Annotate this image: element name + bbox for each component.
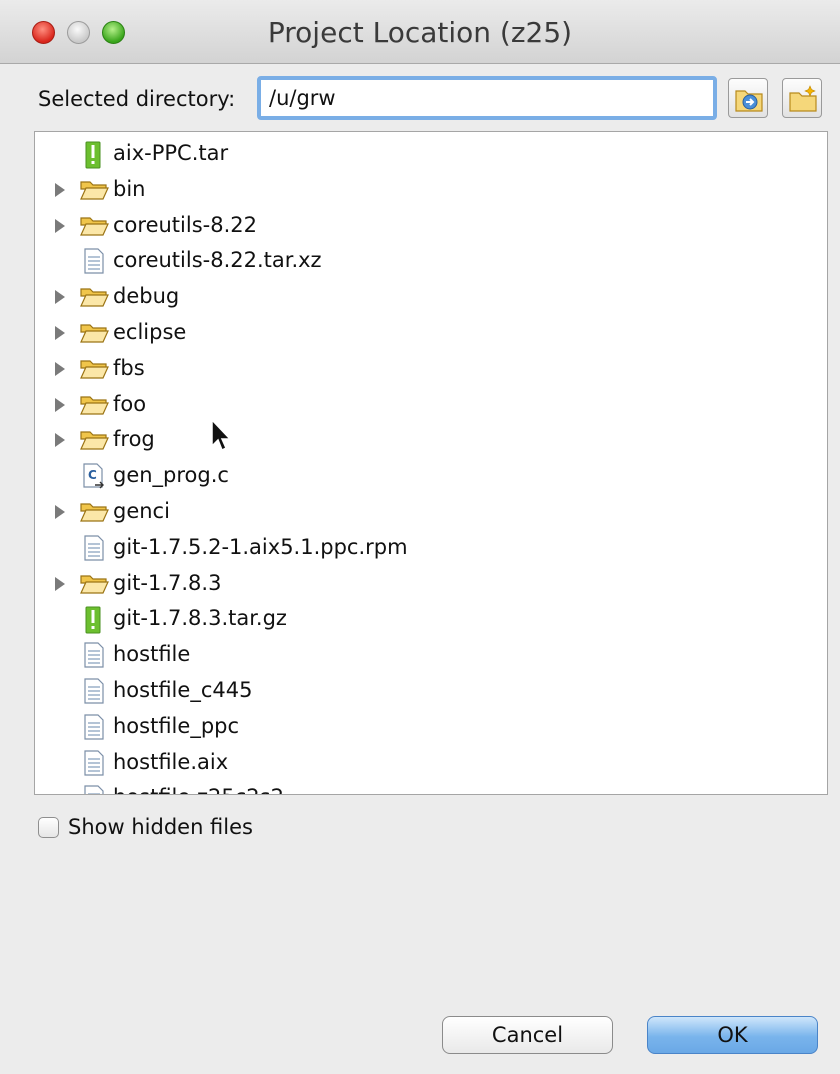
folder-icon (79, 356, 109, 386)
folder-icon (79, 177, 109, 207)
tree-item[interactable]: bin (35, 172, 827, 208)
svg-text:C: C (88, 468, 97, 482)
tree-item[interactable]: hostfile (35, 637, 827, 673)
tree-item-label: genci (113, 499, 170, 523)
tree-item-label: foo (113, 391, 147, 416)
tree-item-label: debug (113, 284, 180, 309)
expand-arrow-icon[interactable] (53, 575, 67, 597)
expand-arrow-icon[interactable] (53, 217, 67, 239)
expand-arrow-icon[interactable] (53, 503, 67, 525)
show-hidden-files-label: Show hidden files (68, 815, 253, 839)
directory-tree[interactable]: aix-PPC.tar bin coreutils-8.22 coreutils-8.… (34, 131, 828, 795)
go-to-directory-button[interactable] (728, 78, 768, 118)
text-file-icon (79, 642, 109, 672)
tree-item-label: bin (113, 176, 146, 201)
tree-item[interactable]: git-1.7.8.3 (35, 566, 827, 602)
tree-item-label: aix-PPC.tar (113, 141, 229, 165)
selected-directory-input[interactable] (257, 76, 717, 120)
expand-arrow-icon[interactable] (53, 288, 67, 310)
tree-item[interactable]: foo (35, 387, 827, 423)
folder-icon (79, 392, 109, 422)
tree-item-label: eclipse (113, 320, 187, 344)
tree-item[interactable]: genci (35, 494, 827, 530)
tree-item[interactable]: Cgen_prog.c (35, 458, 827, 494)
text-file-icon (79, 785, 109, 794)
tree-item-label: hostfile_c445 (113, 678, 253, 702)
tree-item-label: gen_prog.c (113, 463, 229, 488)
tree-item-label: hostfile (113, 642, 191, 667)
tree-item[interactable]: coreutils-8.22.tar.xz (35, 243, 827, 279)
tree-item[interactable]: git-1.7.8.3.tar.gz (35, 601, 827, 637)
tree-item-label: git-1.7.8.3.tar.gz (113, 606, 287, 631)
tree-item[interactable]: hostfile.aix (35, 745, 827, 781)
tree-item-label: frog (113, 427, 155, 452)
folder-icon (79, 571, 109, 601)
tree-item-label: git-1.7.8.3 (113, 570, 222, 595)
tree-item[interactable]: eclipse (35, 315, 827, 351)
new-folder-button[interactable] (782, 78, 822, 118)
text-file-icon (79, 535, 109, 565)
folder-icon (79, 427, 109, 457)
tree-item-label: hostfile.z25c2s2 (113, 785, 284, 794)
tree-item-label: coreutils-8.22.tar.xz (113, 248, 322, 273)
expand-arrow-icon[interactable] (53, 324, 67, 346)
tree-item[interactable]: aix-PPC.tar (35, 136, 827, 172)
show-hidden-files-checkbox[interactable] (38, 817, 59, 838)
go-to-folder-icon (735, 90, 763, 112)
expand-arrow-icon[interactable] (53, 396, 67, 418)
tree-item[interactable]: hostfile_ppc (35, 709, 827, 745)
expand-arrow-icon[interactable] (53, 431, 67, 453)
tree-item-label: hostfile.aix (113, 749, 229, 774)
tree-item[interactable]: frog (35, 422, 827, 458)
tree-item[interactable]: fbs (35, 351, 827, 387)
text-file-icon (79, 714, 109, 744)
tree-item-label: git-1.7.5.2-1.aix5.1.ppc.rpm (113, 534, 408, 559)
tree-item[interactable]: git-1.7.5.2-1.aix5.1.ppc.rpm (35, 530, 827, 566)
folder-icon (79, 320, 109, 350)
text-file-icon (79, 248, 109, 278)
tree-item-label: coreutils-8.22 (113, 212, 257, 237)
tree-item-label: hostfile_ppc (113, 713, 240, 738)
ok-button[interactable]: OK (647, 1016, 818, 1054)
new-folder-icon (789, 85, 817, 112)
folder-icon (79, 499, 109, 529)
title-bar: Project Location (z25) (0, 0, 840, 64)
tree-item[interactable]: debug (35, 279, 827, 315)
selected-directory-label: Selected directory: (38, 87, 236, 111)
folder-icon (79, 213, 109, 243)
expand-arrow-icon[interactable] (53, 360, 67, 382)
cancel-button[interactable]: Cancel (442, 1016, 613, 1054)
tree-item[interactable]: hostfile_c445 (35, 673, 827, 709)
tree-item[interactable]: coreutils-8.22 (35, 208, 827, 244)
text-file-icon (79, 749, 109, 780)
window-title: Project Location (z25) (267, 16, 573, 49)
mouse-cursor-icon (210, 418, 236, 458)
expand-arrow-icon[interactable] (53, 181, 67, 203)
archive-file-icon (79, 606, 109, 638)
c-source-file-icon: C (79, 463, 109, 495)
tree-item-label: fbs (113, 355, 145, 380)
text-file-icon (79, 678, 109, 708)
folder-icon (79, 284, 109, 314)
archive-file-icon (79, 141, 109, 173)
tree-item[interactable]: hostfile.z25c2s2 (35, 780, 827, 794)
